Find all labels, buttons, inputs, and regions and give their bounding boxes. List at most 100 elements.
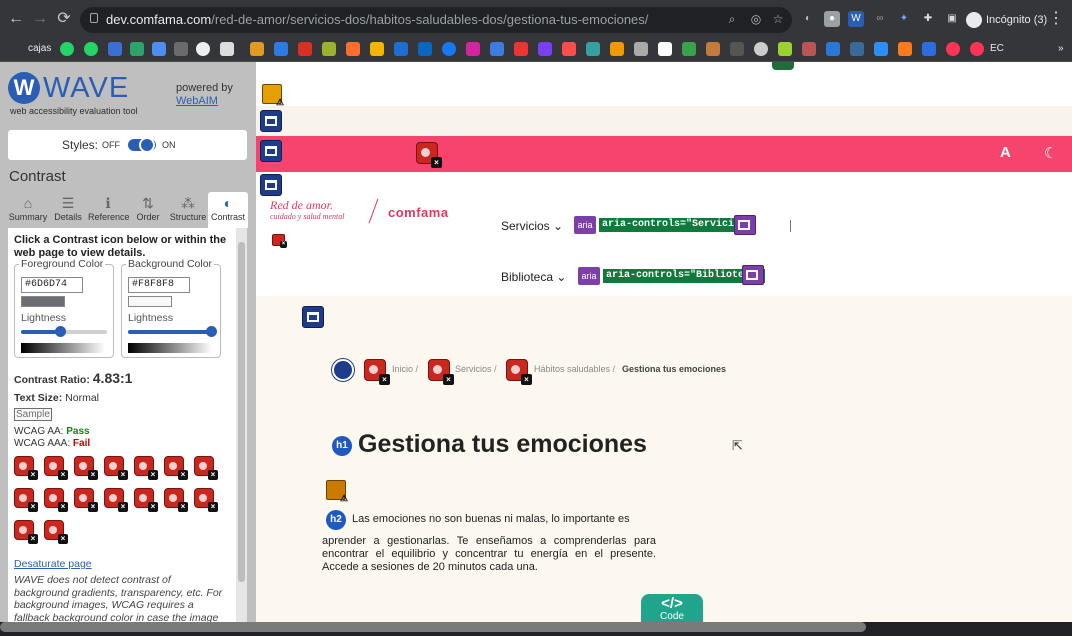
forward-icon[interactable]: → [30, 9, 50, 29]
bookmark-icon[interactable] [946, 42, 960, 56]
contrast-error-icon[interactable]: × [74, 456, 98, 480]
nav-servicios[interactable]: Servicios ⌄ [501, 219, 563, 233]
wave-structure-icon[interactable] [772, 62, 794, 70]
h2-badge-icon[interactable]: h2 [326, 510, 346, 530]
tab-structure[interactable]: ⁂ Structure [168, 192, 208, 228]
youtube-icon[interactable] [514, 42, 528, 56]
bookmark-icon[interactable] [826, 42, 840, 56]
facebook-icon[interactable] [442, 42, 456, 56]
alert-icon[interactable]: ⚠ [262, 84, 284, 107]
bookmark-icon[interactable] [130, 42, 144, 56]
bookmark-icon[interactable] [586, 42, 600, 56]
bookmark-icon[interactable] [220, 42, 234, 56]
breadcrumb-inicio[interactable]: Inicio / [392, 364, 418, 374]
tab-summary[interactable]: ⌂ Summary [8, 192, 48, 228]
aria-expanded-icon[interactable] [734, 215, 756, 235]
extension-icon[interactable]: ✦ [896, 11, 912, 27]
accessibility-icon[interactable]: A [1000, 144, 1011, 161]
linkedin-icon[interactable] [418, 42, 432, 56]
tab-order[interactable]: ⇅ Order [128, 192, 168, 228]
bookmark-icon[interactable] [802, 42, 816, 56]
menu-icon[interactable]: ⋮ [1046, 9, 1066, 29]
bookmark-icon[interactable] [298, 42, 312, 56]
nav-biblioteca[interactable]: Biblioteca ⌄ [501, 270, 566, 284]
aria-icon[interactable]: aria [574, 216, 596, 234]
contrast-error-icon[interactable]: × [134, 488, 158, 512]
contrast-error-icon[interactable]: × [74, 488, 98, 512]
bookmark-icon[interactable] [152, 42, 166, 56]
tab-contrast[interactable]: ◐ Contrast [208, 192, 248, 228]
bookmark-icon[interactable] [754, 42, 768, 56]
puzzle-icon[interactable]: ✚ [920, 11, 936, 27]
bookmark-icon[interactable] [196, 42, 210, 56]
bookmark-icon[interactable] [108, 42, 122, 56]
contrast-error-icon[interactable]: × [44, 520, 68, 544]
contrast-error-icon[interactable]: × [104, 456, 128, 480]
background-hex-input[interactable]: #F8F8F8 [128, 277, 190, 293]
foreground-hex-input[interactable]: #6D6D74 [21, 277, 83, 293]
error-icon[interactable]: × [272, 234, 287, 248]
extension-sync-icon[interactable]: ◐ [800, 11, 816, 27]
tab-reference[interactable]: ℹ Reference [88, 192, 130, 228]
star-icon[interactable]: ☆ [770, 11, 786, 27]
contrast-error-icon[interactable]: × [14, 520, 38, 544]
bookmark-icon[interactable] [922, 42, 936, 56]
structure-icon[interactable] [260, 174, 282, 196]
bookmark-icon[interactable] [634, 42, 648, 56]
bookmark-icon[interactable] [394, 42, 408, 56]
contrast-error-icon[interactable]: × [14, 488, 38, 512]
error-icon[interactable]: × [506, 359, 532, 385]
eye-off-icon[interactable]: ◎ [748, 11, 764, 27]
more-bookmarks-icon[interactable]: » [1058, 43, 1064, 54]
list-icon[interactable] [332, 359, 354, 381]
extension-icon[interactable]: ● [824, 11, 840, 27]
bookmark-icon[interactable] [174, 42, 188, 56]
profile-button[interactable]: Incógnito (3) [966, 11, 1047, 29]
brand-logo[interactable]: Red de amor. cuidado y salud mental [270, 199, 344, 222]
contrast-error-icon[interactable]: × [104, 488, 128, 512]
url-text[interactable]: dev.comfama.com/red-de-amor/servicios-do… [106, 12, 648, 27]
bookmark-icon[interactable] [346, 42, 360, 56]
instagram-icon[interactable] [466, 42, 480, 56]
structure-icon[interactable] [260, 110, 282, 132]
reload-icon[interactable]: ⟳ [54, 9, 74, 29]
contrast-error-icon[interactable]: × [164, 456, 188, 480]
bookmark-icon[interactable] [706, 42, 720, 56]
extension-icon[interactable]: ∞ [872, 11, 888, 27]
sidebar-scrollbar[interactable] [236, 228, 247, 622]
contrast-error-icon[interactable]: × [14, 456, 38, 480]
alert-icon[interactable]: ⚠ [326, 480, 348, 503]
structure-icon[interactable] [260, 140, 282, 162]
aria-icon[interactable]: aria [578, 267, 600, 285]
styles-toggle[interactable] [128, 137, 156, 153]
bookmark-icon[interactable] [250, 42, 264, 56]
sidepanel-icon[interactable]: ▣ [944, 11, 960, 27]
breadcrumb-servicios[interactable]: Servicios / [455, 364, 497, 374]
whatsapp-icon[interactable] [60, 42, 74, 56]
back-icon[interactable]: ← [6, 9, 26, 29]
bookmark-icon[interactable] [898, 42, 912, 56]
address-bar[interactable]: dev.comfama.com/red-de-amor/servicios-do… [80, 7, 792, 33]
tab-details[interactable]: ☰ Details [48, 192, 88, 228]
error-icon[interactable]: × [416, 142, 442, 168]
contrast-error-icon[interactable]: × [44, 488, 68, 512]
wave-extension-icon[interactable]: W [848, 11, 864, 27]
moon-icon[interactable]: ☾ [1044, 144, 1057, 162]
webaim-link[interactable]: WebAIM [176, 95, 218, 107]
structure-icon[interactable] [302, 306, 324, 328]
bookmark-icon[interactable] [610, 42, 624, 56]
code-button[interactable]: </> Code [641, 594, 703, 622]
zoom-icon[interactable]: ⌕ [724, 11, 740, 27]
bookmark-icon[interactable] [274, 42, 288, 56]
horizontal-scrollbar[interactable] [0, 622, 866, 632]
contrast-error-icon[interactable]: × [164, 488, 188, 512]
contrast-error-icon[interactable]: × [194, 456, 218, 480]
foreground-lightness-slider[interactable] [21, 326, 107, 337]
aria-expanded-icon[interactable] [742, 265, 764, 285]
bookmark-icon[interactable] [370, 42, 384, 56]
error-icon[interactable]: × [428, 359, 454, 385]
bookmark-icon[interactable] [850, 42, 864, 56]
bookmark-icon[interactable] [970, 42, 984, 56]
contrast-error-icon[interactable]: × [194, 488, 218, 512]
breadcrumb-habitos[interactable]: Hábitos saludables / [534, 364, 615, 374]
